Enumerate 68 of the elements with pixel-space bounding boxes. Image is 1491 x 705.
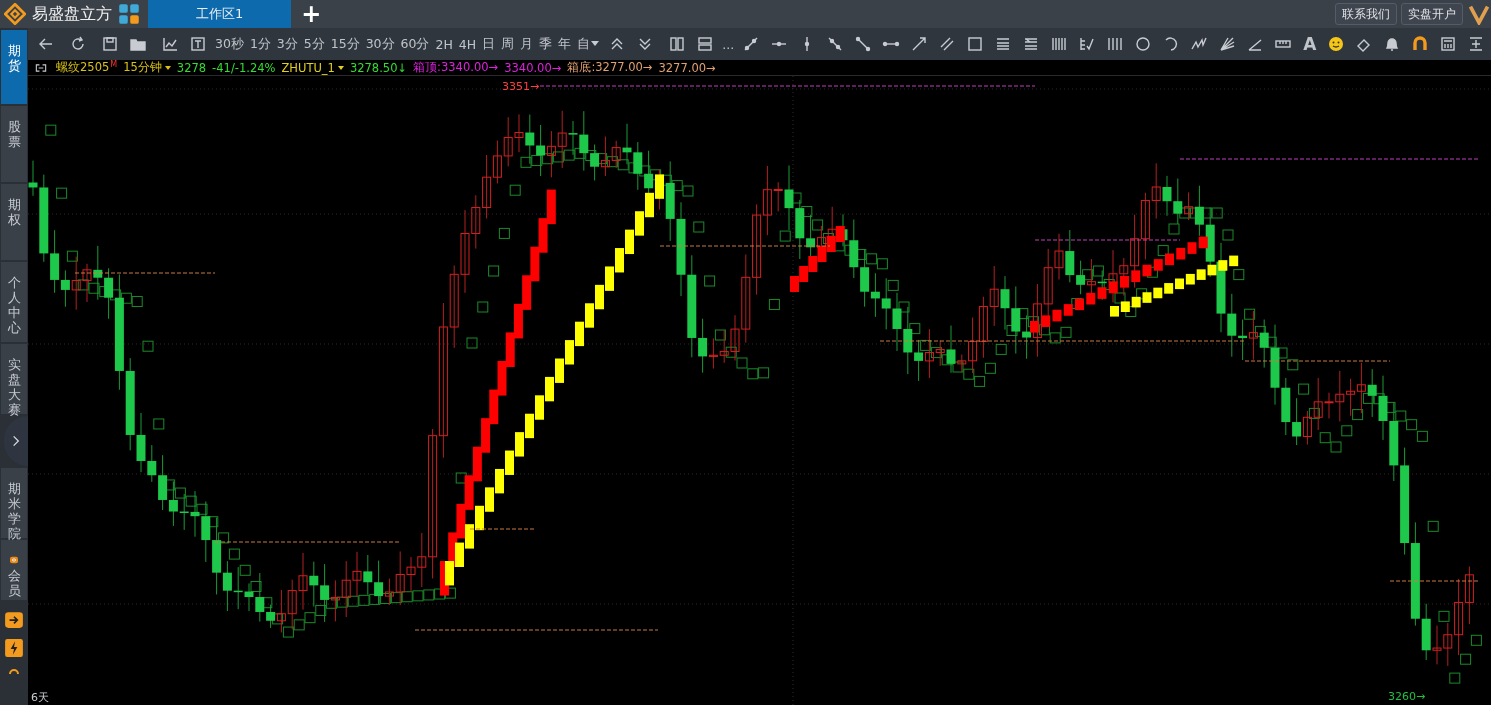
columns-icon[interactable] [668, 35, 687, 53]
vertical-bars-icon[interactable] [1050, 35, 1069, 53]
sidebar-tab[interactable]: 期米学院 [1, 468, 27, 538]
magnet-icon[interactable] [1411, 35, 1430, 53]
header-button[interactable]: 实盘开户 [1401, 3, 1463, 25]
bars-icon[interactable] [1106, 35, 1125, 53]
period-button[interactable]: 30秒 [212, 32, 247, 56]
more-button[interactable]: ... [719, 32, 738, 56]
sidebar-tab[interactable]: 会员 [1, 540, 27, 600]
smiley-icon[interactable] [1327, 35, 1346, 53]
period-dropdown[interactable]: 15分钟 [123, 60, 171, 75]
logo-icon [4, 3, 26, 25]
lightning-icon[interactable] [4, 638, 24, 658]
text-tool-button[interactable]: A [1297, 32, 1323, 56]
add-tab-button[interactable]: + [291, 2, 332, 26]
period-button[interactable]: 5分 [300, 32, 328, 56]
fan-icon[interactable] [1218, 35, 1237, 53]
period-button[interactable]: 2H [432, 32, 456, 56]
text-box-icon[interactable] [189, 35, 207, 53]
header-button[interactable]: 联系我们 [1335, 3, 1397, 25]
workspace-tab[interactable]: 工作区1 [148, 0, 292, 28]
rectangle-icon[interactable] [966, 35, 985, 53]
period-button[interactable]: 月 [517, 32, 537, 56]
sidebar-tab[interactable]: 期货 [1, 30, 27, 104]
box-top-value: 3340.00→ [504, 60, 562, 75]
calculator-icon[interactable] [1439, 35, 1458, 53]
period-button[interactable]: 3分 [273, 32, 301, 56]
period-button[interactable]: 15分 [327, 32, 363, 56]
period-button[interactable]: 日 [479, 32, 499, 56]
diagonal-segment-icon[interactable] [854, 35, 873, 53]
box-bottom-label: 箱底:3277.00→ [567, 60, 653, 75]
sidebar-tab[interactable]: 实盘大赛 [1, 344, 27, 414]
low-price-label: 3260→ [1388, 690, 1426, 703]
period-button[interactable]: 周 [498, 32, 518, 56]
symbol-name: 螺纹2505 [56, 60, 110, 75]
save-icon[interactable] [101, 35, 119, 53]
last-price: 3278 [176, 60, 207, 75]
price-change: -41/-1.24% [212, 60, 276, 75]
period-button[interactable]: 季 [536, 32, 556, 56]
period-button[interactable]: 1分 [246, 32, 274, 56]
time-zone-icon[interactable] [1078, 35, 1097, 53]
app-name: 易盛盘立方 [32, 3, 112, 25]
v-logo-icon[interactable] [1467, 3, 1491, 25]
box-bottom-value: 3277.00→ [658, 60, 716, 75]
circle-icon[interactable] [1134, 35, 1153, 53]
box-top-label: 箱顶:3340.00→ [413, 60, 499, 75]
period-button[interactable]: 30分 [362, 32, 398, 56]
indicator-value: 3278.50↓ [349, 60, 408, 75]
sidebar-tab[interactable]: 股票 [1, 106, 27, 182]
high-price-label: 3351→ [502, 80, 540, 93]
grid-icon [118, 3, 140, 25]
period-button[interactable]: 4H [455, 32, 480, 56]
contract-marker-label: M [110, 60, 118, 69]
caret-icon [591, 41, 600, 47]
period-button[interactable]: 年 [555, 32, 575, 56]
sidebar-tab[interactable]: 个人中心 [1, 262, 27, 342]
period-button[interactable]: 60分 [397, 32, 433, 56]
indicator-dropdown[interactable]: ZHUTU_1 [281, 60, 344, 75]
sidebar-tab[interactable]: 期权 [1, 184, 27, 260]
caret-icon [164, 65, 171, 70]
rows-icon[interactable] [696, 35, 715, 53]
time-range-label: 6天 [31, 690, 49, 705]
custom-period-button[interactable]: 自 [574, 32, 604, 56]
refresh-icon[interactable] [69, 35, 87, 53]
line-chart-icon[interactable] [161, 35, 179, 53]
caret-icon [337, 65, 344, 70]
arrow-line-icon[interactable] [910, 35, 929, 53]
member-icon [8, 554, 20, 566]
